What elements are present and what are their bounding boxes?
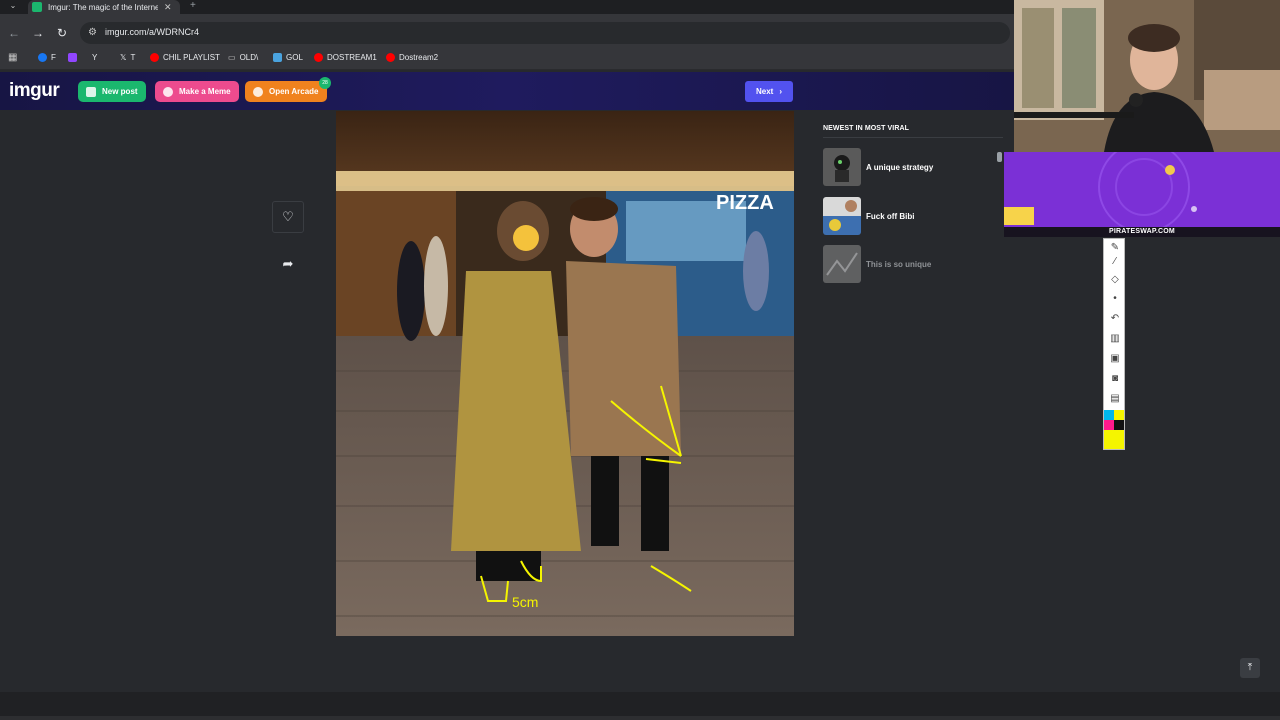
- reload-icon[interactable]: ↻: [54, 25, 70, 41]
- make-meme-button[interactable]: Make a Meme: [155, 81, 239, 102]
- arrow-up-icon: ⤒: [1247, 662, 1253, 673]
- webcam-overlay: [1014, 0, 1280, 152]
- heart-icon: ♡: [282, 209, 294, 224]
- post-photo-svg: PIZZA 5cm: [336, 111, 794, 636]
- new-post-button[interactable]: New post: [78, 81, 146, 102]
- bookmark-gol[interactable]: GOL: [273, 53, 303, 62]
- x-icon: 𝕏: [120, 53, 127, 62]
- imgur-header: imgur New post Make a Meme Open Arcade: [0, 72, 1015, 110]
- color-cyan-swatch[interactable]: [1104, 410, 1114, 420]
- open-arcade-button[interactable]: Open Arcade: [245, 81, 327, 102]
- clipboard-icon[interactable]: ▤: [1107, 392, 1123, 406]
- youtube-icon: [314, 53, 323, 62]
- bookmark-label: T: [130, 53, 136, 62]
- bookmark-dostream2[interactable]: Dostream2: [386, 53, 438, 62]
- plus-icon: [86, 86, 96, 97]
- color-yellow-swatch[interactable]: [1114, 410, 1124, 420]
- bookmark-x[interactable]: 𝕏 T: [120, 53, 135, 62]
- bookmark-facebook[interactable]: F: [38, 53, 56, 62]
- pen-icon[interactable]: ✎: [1107, 241, 1123, 255]
- brush-icon[interactable]: ⁄: [1107, 255, 1123, 269]
- sidebar-scrollbar[interactable]: [997, 152, 1002, 162]
- apps-grid-icon[interactable]: ▦: [8, 52, 17, 63]
- share-arrow-icon: ➦: [282, 256, 294, 271]
- newest-viral-title: NEWEST IN MOST VIRAL: [823, 125, 909, 132]
- share-button[interactable]: ➦: [272, 248, 304, 280]
- bookmark-dostream1[interactable]: DOSTREAM1: [314, 53, 377, 62]
- viral-item-label: This is so unique: [866, 259, 932, 269]
- forward-icon[interactable]: →: [30, 25, 46, 41]
- viral-thumbnail: [823, 148, 861, 186]
- viral-item-bibi[interactable]: Fuck off Bibi: [823, 197, 914, 235]
- viral-item-strategy[interactable]: A unique strategy: [823, 148, 933, 186]
- unique-thumb-icon: [823, 245, 861, 283]
- annotation-text: 5cm: [512, 594, 538, 610]
- camera-icon[interactable]: ◙: [1107, 372, 1123, 386]
- post-image: PIZZA 5cm: [336, 111, 794, 636]
- new-post-label: New post: [102, 87, 138, 96]
- new-tab-button[interactable]: +: [190, 0, 196, 11]
- bookmark-label: GOL: [286, 53, 303, 62]
- meme-icon: [163, 86, 173, 97]
- bottom-strip: [0, 716, 1280, 720]
- tab-imgur[interactable]: Imgur: The magic of the Interne ✕: [28, 0, 180, 14]
- tab-close-icon[interactable]: ✕: [164, 2, 172, 13]
- bookmark-twitch[interactable]: [68, 53, 81, 62]
- next-button[interactable]: Next ›: [745, 81, 793, 102]
- scroll-to-top-button[interactable]: ⤒: [1240, 658, 1260, 678]
- drawing-toolbar: ✎ ⁄ ◇ • ↶ ▥ ▣ ◙ ▤: [1103, 238, 1125, 450]
- bookmark-label: Dostream2: [399, 53, 439, 62]
- promo-banner: PIRATESWAP.COM: [1004, 152, 1280, 237]
- tab-search-icon[interactable]: ⌄: [4, 1, 22, 13]
- trash-icon[interactable]: ▥: [1107, 332, 1123, 346]
- bookmark-label: DOSTREAM1: [327, 53, 377, 62]
- bookmark-label: OLD\: [239, 53, 259, 62]
- imgur-favicon-icon: [32, 2, 42, 12]
- color-black-swatch[interactable]: [1114, 420, 1124, 430]
- folder-icon: ▭: [228, 53, 236, 62]
- bibi-thumb-icon: [823, 197, 861, 235]
- url-text: imgur.com/a/WDRNCr4: [105, 27, 200, 37]
- arcade-badge: 28: [319, 77, 331, 89]
- bookmark-y[interactable]: Y: [92, 53, 97, 62]
- strategy-thumb-icon: [823, 148, 861, 186]
- bookmark-label: Y: [92, 53, 98, 62]
- twitch-icon: [68, 53, 77, 62]
- banner-text: PIRATESWAP.COM: [1109, 228, 1175, 235]
- next-label: Next: [755, 87, 774, 96]
- screenshot-icon[interactable]: ▣: [1107, 352, 1123, 366]
- pizza-sign: PIZZA: [716, 192, 774, 214]
- site-info-icon[interactable]: ⚙: [88, 27, 97, 38]
- tab-title: Imgur: The magic of the Interne: [48, 2, 158, 12]
- bookmark-label: F: [51, 53, 56, 62]
- viral-item-label: Fuck off Bibi: [866, 211, 915, 221]
- current-color-swatch[interactable]: [1104, 430, 1124, 449]
- youtube-icon: [150, 53, 159, 62]
- webcam-feed: [1014, 0, 1280, 152]
- bookmark-label: CHIL PLAYLIST: [163, 53, 220, 62]
- facebook-icon: [38, 53, 47, 62]
- favorite-button[interactable]: ♡: [272, 201, 304, 233]
- youtube-icon: [386, 53, 395, 62]
- bookmark-chil-playlist[interactable]: CHIL PLAYLIST: [150, 53, 220, 62]
- chevron-right-icon: ›: [779, 87, 782, 96]
- viral-thumbnail: [823, 245, 861, 283]
- dot-size-icon[interactable]: •: [1107, 292, 1123, 306]
- gol-icon: [273, 53, 282, 62]
- imgur-logo[interactable]: imgur: [9, 80, 60, 102]
- banner-graphic: [1004, 152, 1280, 237]
- back-icon[interactable]: ←: [6, 25, 22, 41]
- bookmark-old[interactable]: ▭ OLD\: [228, 53, 258, 62]
- viral-item-label: A unique strategy: [866, 162, 934, 172]
- viral-thumbnail: [823, 197, 861, 235]
- open-arcade-label: Open Arcade: [269, 87, 319, 96]
- gamepad-icon: [253, 86, 263, 97]
- viral-item-unique[interactable]: This is so unique: [823, 245, 931, 283]
- eraser-icon[interactable]: ◇: [1107, 273, 1123, 287]
- address-bar[interactable]: ⚙ imgur.com/a/WDRNCr4: [80, 22, 1010, 44]
- viral-divider: [823, 137, 1003, 138]
- undo-icon[interactable]: ↶: [1107, 312, 1123, 326]
- make-meme-label: Make a Meme: [179, 87, 231, 96]
- color-magenta-swatch[interactable]: [1104, 420, 1114, 430]
